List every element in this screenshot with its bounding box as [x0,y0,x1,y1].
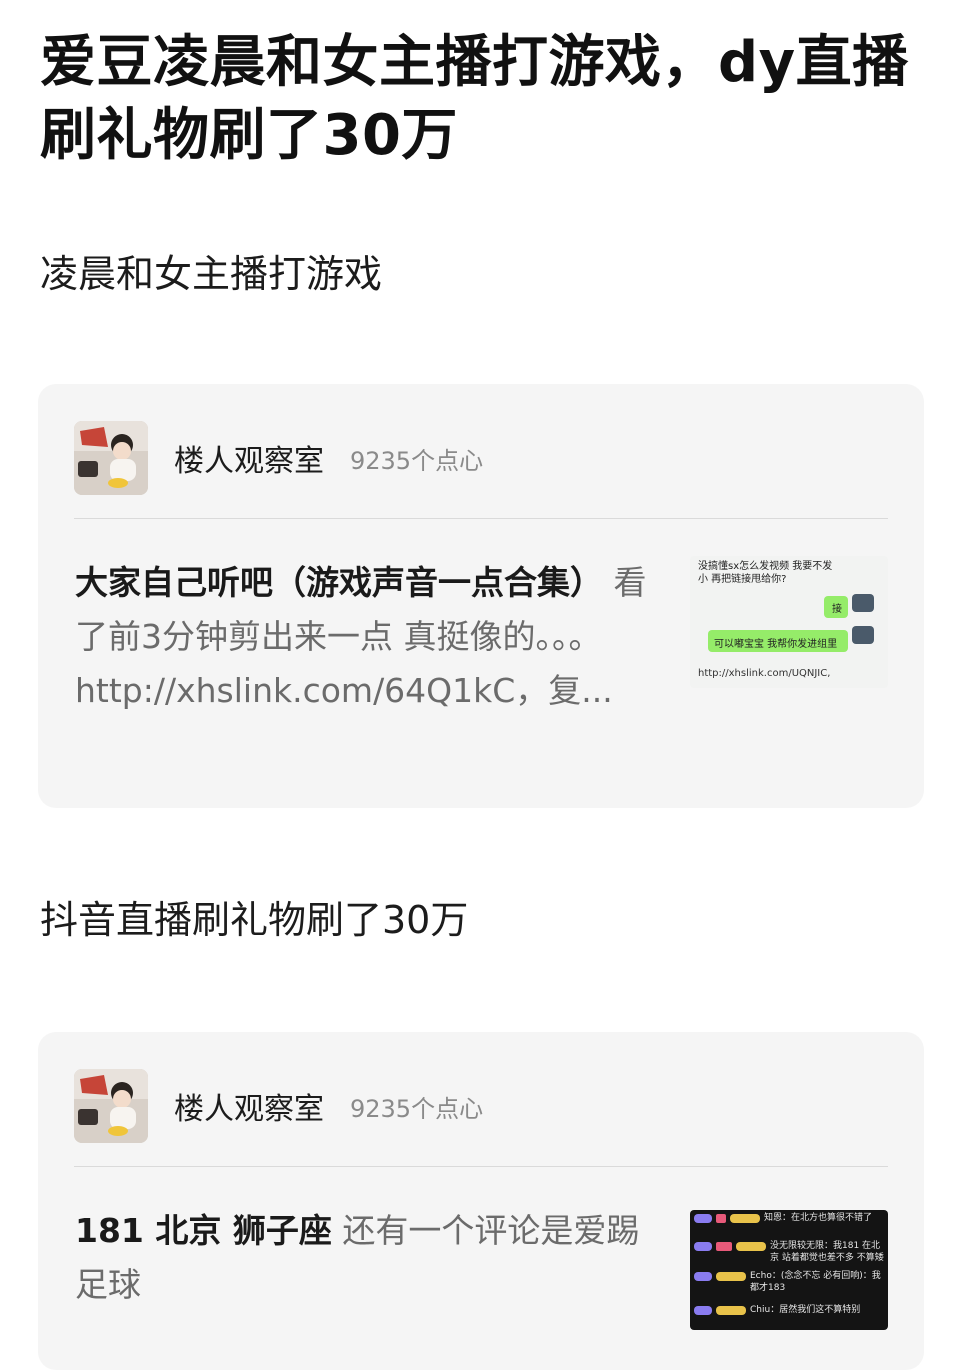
post-excerpt-link: http://xhslink.com/64Q1kC，复... [75,671,613,710]
thumb-live-comment-1: 知恩：在北方也算很不错了 [764,1213,873,1223]
post-excerpt[interactable]: 181 北京 狮子座 还有一个评论是爱踢足球 [75,1204,655,1312]
card-header: 楼人观察室 9235个点心 [74,1068,888,1144]
section-text-2: 抖音直播刷礼物刷了30万 [40,898,469,942]
thumb-chat-line-2: 小 再把链接甩给你? [698,574,787,585]
thumb-live-comment-4: Chiu：居然我们这不算特别 [750,1305,861,1315]
thumb-chat-message: 没搞懂sx怎么发视频 我要不发 小 再把链接甩给你? [698,560,848,586]
post-excerpt[interactable]: 大家自己听吧（游戏声音一点合集） 看了前3分钟剪出来一点 真挺像的。。。 htt… [75,556,655,718]
hearts-count: 9235个点心 [350,446,484,475]
hearts-count: 9235个点心 [350,1094,484,1123]
post-thumbnail-live-comments[interactable]: 知恩：在北方也算很不错了 没无限较无限：我181 在北京 站着都觉也差不多 不算… [690,1210,888,1330]
article-title: 爱豆凌晨和女主播打游戏，dy直播刷礼物刷了30万 [40,30,909,168]
quoted-post-card-1[interactable]: 楼人观察室 9235个点心 大家自己听吧（游戏声音一点合集） 看了前3分钟剪出来… [38,384,924,808]
author-avatar[interactable] [74,421,148,495]
post-thumbnail-chat[interactable]: 没搞懂sx怎么发视频 我要不发 小 再把链接甩给你? 接 可以嘟宝宝 我帮你发进… [690,556,888,688]
section-text-1: 凌晨和女主播打游戏 [40,252,383,296]
quoted-post-card-2[interactable]: 楼人观察室 9235个点心 181 北京 狮子座 还有一个评论是爱踢足球 知恩：… [38,1032,924,1370]
author-avatar[interactable] [74,1069,148,1143]
post-excerpt-title: 181 北京 狮子座 [75,1211,332,1250]
thumb-chat-link: http://xhslink.com/UQNJIC, [698,668,831,679]
author-name[interactable]: 楼人观察室 [174,1084,324,1128]
author-name[interactable]: 楼人观察室 [174,436,324,480]
card-divider [74,1166,888,1167]
thumb-chat-reply-2: 可以嘟宝宝 我帮你发进组里 [714,639,838,650]
thumb-chat-reply-1: 接 [832,604,842,615]
post-excerpt-title: 大家自己听吧（游戏声音一点合集） [75,563,603,602]
thumb-chat-line-1: 没搞懂sx怎么发视频 我要不发 [698,561,833,572]
thumb-live-comment-2: 没无限较无限：我181 在北京 站着都觉也差不多 不算矮 [770,1241,884,1263]
card-divider [74,518,888,519]
card-header: 楼人观察室 9235个点心 [74,420,888,496]
thumb-live-comment-3: Echo：(念念不忘 必有回响)：我都才183 [750,1271,881,1293]
